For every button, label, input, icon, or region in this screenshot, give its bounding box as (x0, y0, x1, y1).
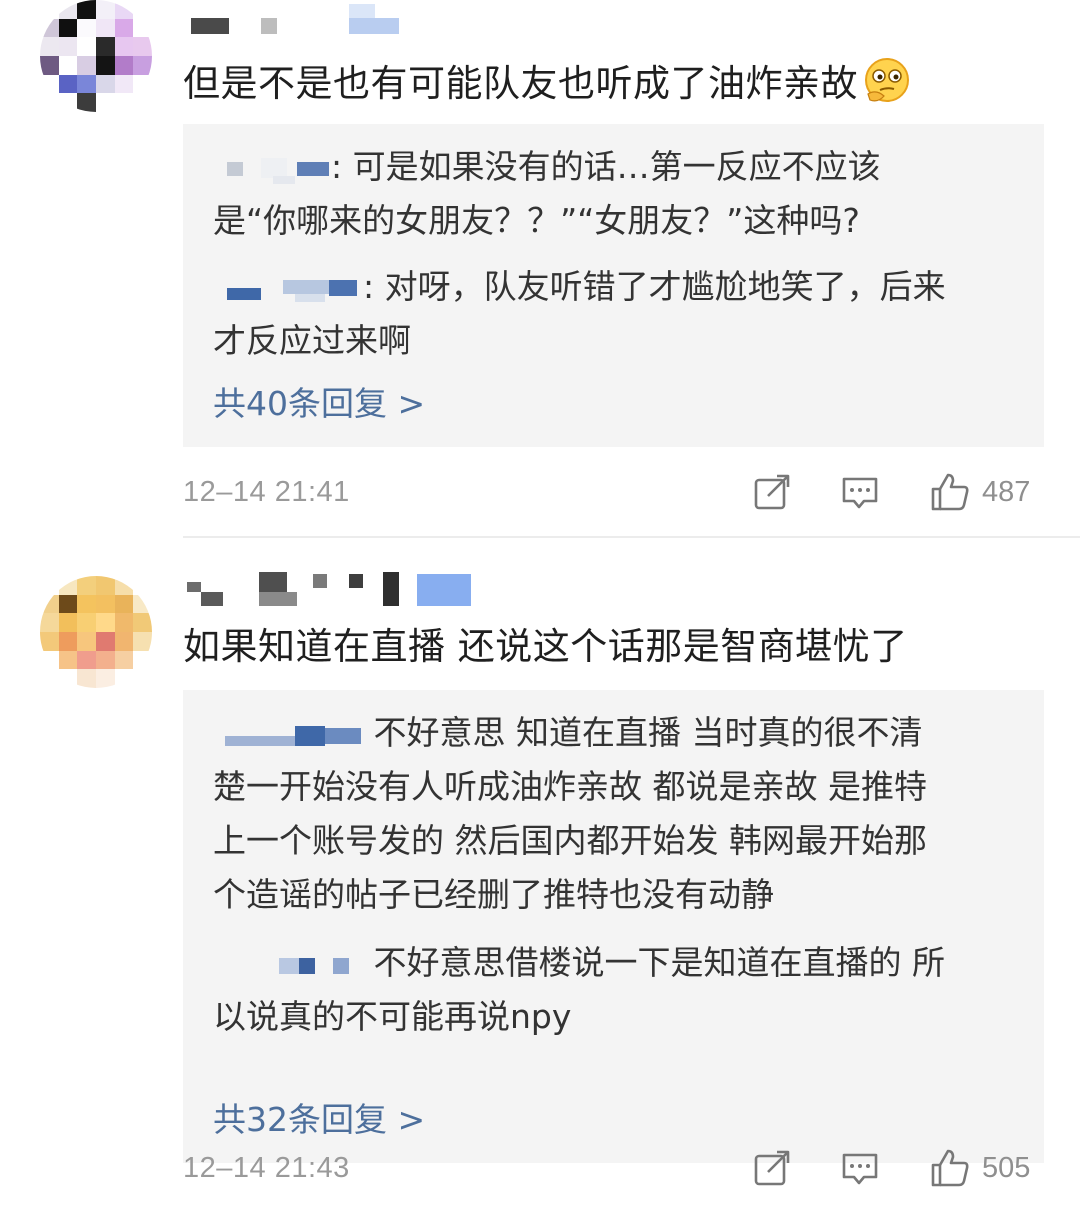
reply-text: : 对呀，队友听错了才尴尬地笑了，后来 (363, 267, 946, 306)
comment-item: 如果知道在直播 还说这个话那是智商堪忧了 不好意思 知道在直播 当时真的很不清 … (0, 540, 1080, 1210)
reply-username-blurred[interactable] (213, 720, 363, 750)
thumbs-up-icon (931, 1149, 969, 1187)
reply-item: : 可是如果没有的话…第一反应不应该 是“你哪来的女朋友？？”“女朋友？”这种吗… (213, 140, 1016, 248)
reply-preview-box[interactable]: : 可是如果没有的话…第一反应不应该 是“你哪来的女朋友？？”“女朋友？”这种吗… (183, 124, 1044, 447)
reply-text: 不好意思借楼说一下是知道在直播的 所 (363, 943, 945, 982)
comment-text: 如果知道在直播 还说这个话那是智商堪忧了 (183, 625, 908, 668)
reply-text: 不好意思 知道在直播 当时真的很不清 (363, 713, 923, 752)
reply-item: 不好意思 知道在直播 当时真的很不清 楚一开始没有人听成油炸亲故 都说是亲故 是… (213, 706, 1016, 922)
username-blurred[interactable] (183, 570, 483, 606)
comment-button[interactable] (839, 1146, 881, 1190)
more-replies-link[interactable]: 共40条回复 > (213, 384, 425, 424)
share-edit-icon (754, 1150, 790, 1186)
like-count: 487 (982, 475, 1031, 508)
avatar[interactable] (40, 576, 152, 688)
repost-button[interactable] (751, 1146, 793, 1190)
comment-footer: 12–14 21:41 487 (183, 470, 1044, 514)
comment-icon (842, 477, 878, 509)
more-replies-link[interactable]: 共32条回复 > (213, 1100, 425, 1140)
timestamp: 12–14 21:41 (183, 476, 350, 508)
username-blurred[interactable] (183, 4, 413, 40)
reply-text: 上一个账号发的 然后国内都开始发 韩网最开始那 (213, 821, 927, 860)
comment-text: 但是不是也有可能队友也听成了油炸亲故 (183, 56, 912, 107)
like-button[interactable]: 487 (928, 470, 1030, 514)
reply-username-blurred[interactable] (213, 950, 363, 980)
comment-icon (842, 1153, 878, 1185)
repost-button[interactable] (751, 470, 793, 514)
reply-text: 是“你哪来的女朋友？？”“女朋友？”这种吗? (213, 201, 860, 240)
timestamp: 12–14 21:43 (183, 1152, 350, 1184)
comment-footer: 12–14 21:43 505 (183, 1146, 1044, 1190)
avatar[interactable] (40, 0, 152, 112)
reply-text: : 可是如果没有的话…第一反应不应该 (331, 147, 881, 186)
reply-preview-box[interactable]: 不好意思 知道在直播 当时真的很不清 楚一开始没有人听成油炸亲故 都说是亲故 是… (183, 690, 1044, 1163)
reply-username-blurred[interactable] (213, 274, 363, 304)
like-count: 505 (982, 1151, 1031, 1184)
comment-item: 但是不是也有可能队友也听成了油炸亲故 : 可是如果没有的话…第一反应不应该 是“… (0, 0, 1080, 536)
share-edit-icon (754, 474, 790, 510)
divider (183, 536, 1080, 538)
comment-button[interactable] (839, 470, 881, 514)
like-button[interactable]: 505 (928, 1146, 1030, 1190)
reply-text: 以说真的不可能再说npy (213, 997, 572, 1036)
reply-text: 楚一开始没有人听成油炸亲故 都说是亲故 是推特 (213, 767, 927, 806)
reply-item: 不好意思借楼说一下是知道在直播的 所 以说真的不可能再说npy (213, 936, 1016, 1044)
reply-username-blurred[interactable] (213, 154, 331, 184)
reply-item: : 对呀，队友听错了才尴尬地笑了，后来 才反应过来啊 (213, 260, 1016, 368)
thumbs-up-icon (931, 473, 969, 511)
thinking-face-emoji (865, 58, 909, 102)
reply-text: 个造谣的帖子已经删了推特也没有动静 (213, 875, 774, 914)
reply-text: 才反应过来啊 (213, 321, 411, 360)
